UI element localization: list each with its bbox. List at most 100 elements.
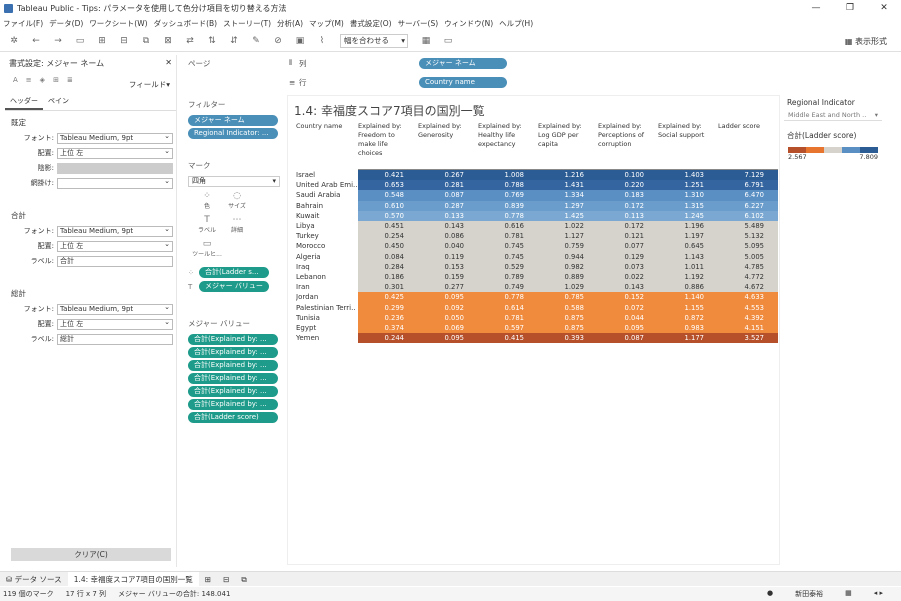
table-cell[interactable]: 0.095 <box>418 333 478 344</box>
row-header[interactable]: Country name <box>296 122 342 131</box>
menu-window[interactable]: ウィンドウ(N) <box>444 18 493 29</box>
new-sheet-icon[interactable]: ⊟ <box>116 36 132 46</box>
region-filter-dropdown[interactable]: Middle East and North .. <box>784 110 882 121</box>
sort-asc-icon[interactable]: ⇅ <box>204 36 220 46</box>
filter-pill-regional-indicator[interactable]: Regional Indicator: ... <box>188 128 278 139</box>
table-cell[interactable]: 0.287 <box>418 200 478 211</box>
table-cell[interactable]: 0.100 <box>598 170 658 181</box>
table-cell[interactable]: 0.745 <box>478 241 538 252</box>
table-cell[interactable]: 4.672 <box>718 282 778 293</box>
table-cell[interactable]: 0.588 <box>538 302 598 313</box>
close-format-icon[interactable]: ✕ <box>165 58 172 67</box>
label-button[interactable]: T ラベル <box>192 215 222 239</box>
table-cell[interactable]: 5.132 <box>718 231 778 242</box>
total-font-select[interactable]: Tableau Medium, 9pt <box>57 225 173 237</box>
row-label-country[interactable]: Libya <box>296 221 358 231</box>
row-label-country[interactable]: Jordan <box>296 292 358 302</box>
table-cell[interactable]: 0.092 <box>418 302 478 313</box>
table-cell[interactable]: 7.129 <box>718 170 778 181</box>
table-cell[interactable]: 0.254 <box>358 231 418 242</box>
table-cell[interactable]: 0.872 <box>658 312 718 323</box>
default-banding-select[interactable] <box>57 177 173 189</box>
row-label-country[interactable]: Turkey <box>296 231 358 241</box>
table-cell[interactable]: 0.769 <box>478 190 538 201</box>
table-cell[interactable]: 0.570 <box>358 210 418 221</box>
new-worksheet-icon[interactable]: ⊞ <box>199 572 217 587</box>
measure-value-pill[interactable]: 合計(Explained by: ... <box>188 386 278 397</box>
menu-format[interactable]: 書式設定(O) <box>350 18 392 29</box>
table-cell[interactable]: 6.227 <box>718 200 778 211</box>
table-cell[interactable]: 0.983 <box>658 323 718 334</box>
menu-analysis[interactable]: 分析(A) <box>277 18 303 29</box>
table-cell[interactable]: 0.944 <box>538 251 598 262</box>
measure-value-pill[interactable]: 合計(Explained by: ... <box>188 373 278 384</box>
table-cell[interactable]: 0.653 <box>358 180 418 191</box>
table-cell[interactable]: 1.334 <box>538 190 598 201</box>
table-cell[interactable]: 6.102 <box>718 210 778 221</box>
table-cell[interactable]: 0.022 <box>598 272 658 283</box>
table-cell[interactable]: 0.548 <box>358 190 418 201</box>
row-label-country[interactable]: Lebanon <box>296 272 358 282</box>
show-cards-icon[interactable]: ▦ <box>418 36 434 46</box>
column-header[interactable]: Explained by: Healthy life expectancy <box>478 122 534 149</box>
table-cell[interactable]: 0.781 <box>478 312 538 323</box>
table-cell[interactable]: 1.310 <box>658 190 718 201</box>
menu-data[interactable]: データ(D) <box>49 18 83 29</box>
total-label-input[interactable]: 合計 <box>57 255 173 267</box>
table-cell[interactable]: 0.129 <box>598 251 658 262</box>
table-cell[interactable]: 0.645 <box>658 241 718 252</box>
table-cell[interactable]: 3.527 <box>718 333 778 344</box>
row-label-country[interactable]: Egypt <box>296 323 358 333</box>
table-cell[interactable]: 0.610 <box>358 200 418 211</box>
table-cell[interactable]: 0.073 <box>598 261 658 272</box>
table-cell[interactable]: 4.553 <box>718 302 778 313</box>
row-label-country[interactable]: Tunisia <box>296 313 358 323</box>
menu-help[interactable]: ヘルプ(H) <box>499 18 533 29</box>
table-cell[interactable]: 0.299 <box>358 302 418 313</box>
table-cell[interactable]: 0.152 <box>598 292 658 303</box>
table-cell[interactable]: 0.084 <box>358 251 418 262</box>
menu-file[interactable]: ファイル(F) <box>3 18 43 29</box>
fit-dropdown[interactable]: 幅を合わせる <box>340 34 408 48</box>
clear-sheet-icon[interactable]: ⊠ <box>160 36 176 46</box>
rows-pill-country[interactable]: Country name <box>419 76 507 88</box>
table-cell[interactable]: 0.267 <box>418 170 478 181</box>
table-cell[interactable]: 0.087 <box>418 190 478 201</box>
new-datasource-icon[interactable]: ⊞ <box>94 36 110 46</box>
font-format-icon[interactable]: A <box>13 76 18 84</box>
table-cell[interactable]: 1.022 <box>538 221 598 232</box>
measure-value-pill[interactable]: 合計(Ladder score) <box>188 412 278 423</box>
table-cell[interactable]: 0.778 <box>478 292 538 303</box>
table-cell[interactable]: 0.277 <box>418 282 478 293</box>
table-cell[interactable]: 0.450 <box>358 241 418 252</box>
table-cell[interactable]: 0.788 <box>478 180 538 191</box>
table-cell[interactable]: 0.087 <box>598 333 658 344</box>
tooltip-button[interactable]: ▭ ツールヒ... <box>192 239 222 263</box>
table-cell[interactable]: 0.281 <box>418 180 478 191</box>
table-cell[interactable]: 1.251 <box>658 180 718 191</box>
table-cell[interactable]: 0.415 <box>478 333 538 344</box>
table-cell[interactable]: 0.086 <box>418 231 478 242</box>
default-shading-select[interactable] <box>57 162 173 174</box>
table-cell[interactable]: 1.403 <box>658 170 718 181</box>
measure-value-pill[interactable]: 合計(Explained by: ... <box>188 347 278 358</box>
measure-value-pill[interactable]: 合計(Explained by: ... <box>188 334 278 345</box>
table-cell[interactable]: 0.749 <box>478 282 538 293</box>
table-cell[interactable]: 0.072 <box>598 302 658 313</box>
table-cell[interactable]: 1.008 <box>478 170 538 181</box>
swap-icon[interactable]: ⇄ <box>182 36 198 46</box>
pages-shelf[interactable] <box>186 72 282 96</box>
redo-icon[interactable]: → <box>50 36 66 46</box>
table-cell[interactable]: 0.745 <box>478 251 538 262</box>
table-cell[interactable]: 6.470 <box>718 190 778 201</box>
undo-icon[interactable]: ← <box>28 36 44 46</box>
measure-value-pill[interactable]: 合計(Explained by: ... <box>188 399 278 410</box>
column-header[interactable]: Explained by: Social support <box>658 122 714 140</box>
mark-type-dropdown[interactable]: 四角 <box>188 176 280 187</box>
minimize-button[interactable]: — <box>799 0 833 17</box>
table-cell[interactable]: 1.029 <box>538 282 598 293</box>
grandtotal-align-select[interactable]: 上位 左 <box>57 318 173 330</box>
tab-pane[interactable]: ペイン <box>43 94 74 110</box>
table-cell[interactable]: 0.044 <box>598 312 658 323</box>
marks-pill-measure-values[interactable]: メジャー バリュー <box>199 281 269 292</box>
